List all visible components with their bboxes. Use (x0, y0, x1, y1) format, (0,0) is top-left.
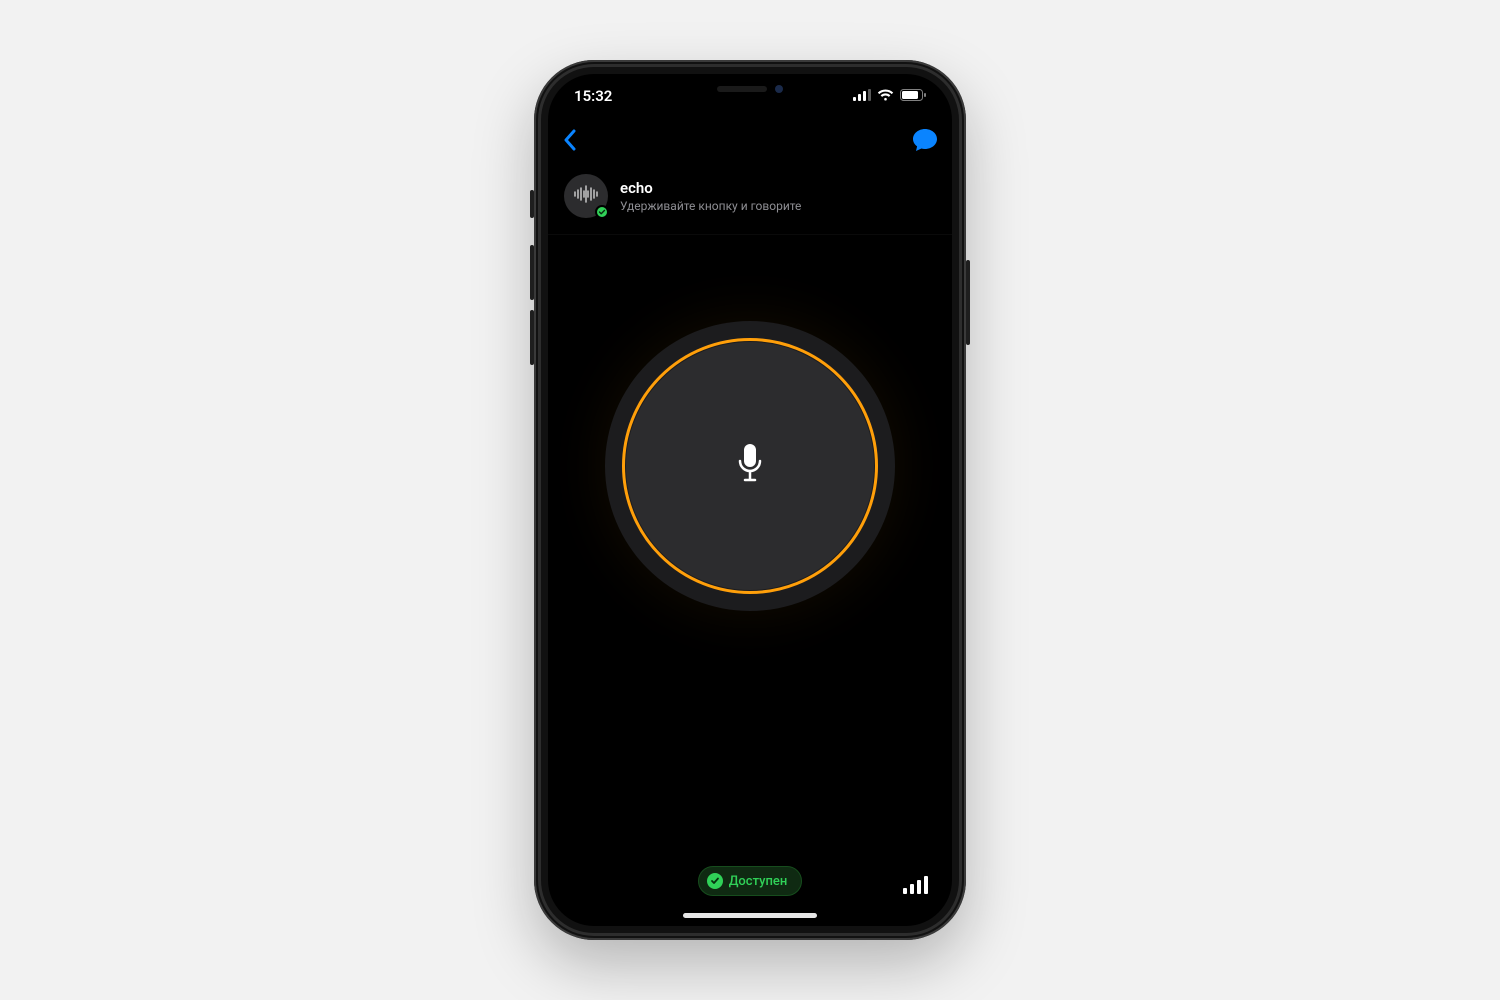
home-indicator[interactable] (683, 913, 817, 918)
notch (655, 74, 845, 104)
bottom-bar: Доступен (548, 866, 952, 896)
chevron-left-icon (562, 129, 578, 151)
speaker-grille (717, 86, 767, 92)
battery-icon (900, 87, 926, 105)
wifi-icon (877, 87, 894, 105)
mute-switch (530, 190, 534, 218)
cellular-icon (853, 87, 871, 105)
nav-bar (548, 118, 952, 162)
signal-icon (903, 876, 928, 894)
ptt-outer (605, 321, 895, 611)
ptt-button[interactable] (626, 342, 874, 590)
screen: 15:32 (548, 74, 952, 926)
check-icon (598, 208, 606, 216)
status-time: 15:32 (574, 87, 612, 105)
ptt-area (605, 321, 895, 611)
contact-texts: echo Удерживайте кнопку и говорите (620, 179, 801, 213)
ptt-ring (622, 338, 878, 594)
messages-button[interactable] (912, 128, 938, 152)
check-circle-icon (707, 873, 723, 889)
front-camera (775, 85, 783, 93)
power-button (966, 260, 970, 345)
availability-label: Доступен (729, 874, 788, 889)
status-right (853, 87, 926, 105)
volume-up-btn (530, 245, 534, 300)
waveform-icon (573, 185, 599, 207)
contact-row[interactable]: echo Удерживайте кнопку и говорите (548, 162, 952, 235)
availability-pill[interactable]: Доступен (698, 866, 803, 896)
phone-frame: 15:32 (534, 60, 966, 940)
chat-bubble-icon (912, 128, 938, 152)
contact-subtitle: Удерживайте кнопку и говорите (620, 199, 801, 213)
back-button[interactable] (562, 129, 578, 151)
microphone-icon (735, 443, 765, 489)
presence-badge (595, 205, 609, 219)
contact-name: echo (620, 179, 801, 197)
avatar (564, 174, 608, 218)
volume-down-btn (530, 310, 534, 365)
